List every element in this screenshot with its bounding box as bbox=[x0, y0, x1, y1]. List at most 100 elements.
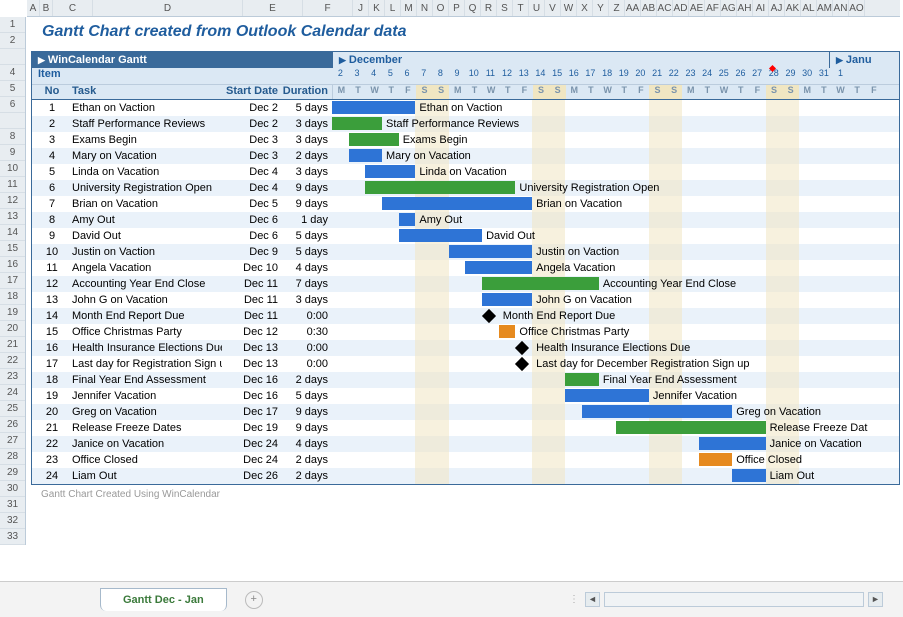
row-header[interactable]: 30 bbox=[0, 481, 25, 497]
row-header[interactable]: 6 bbox=[0, 97, 25, 113]
gantt-row[interactable]: 11Angela VacationDec 104 daysAngela Vaca… bbox=[32, 260, 899, 276]
col-header[interactable]: Z bbox=[609, 0, 625, 16]
gantt-row[interactable]: 19Jennifer VacationDec 165 daysJennifer … bbox=[32, 388, 899, 404]
col-header[interactable]: B bbox=[40, 0, 53, 16]
col-header[interactable]: AM bbox=[817, 0, 833, 16]
gantt-bar[interactable]: University Registration Open bbox=[365, 181, 659, 194]
scroll-left-icon[interactable]: ◄ bbox=[585, 592, 600, 607]
gantt-row[interactable]: 6University Registration OpenDec 49 days… bbox=[32, 180, 899, 196]
col-header[interactable]: AJ bbox=[769, 0, 785, 16]
col-header[interactable]: AE bbox=[689, 0, 705, 16]
col-header[interactable]: AH bbox=[737, 0, 753, 16]
col-header[interactable]: X bbox=[577, 0, 593, 16]
col-header[interactable]: N bbox=[417, 0, 433, 16]
gantt-row[interactable]: 22Janice on VacationDec 244 daysJanice o… bbox=[32, 436, 899, 452]
row-header[interactable]: 31 bbox=[0, 497, 25, 513]
row-header[interactable]: 12 bbox=[0, 193, 25, 209]
row-header[interactable]: 13 bbox=[0, 209, 25, 225]
gantt-bar[interactable]: John G on Vacation bbox=[482, 293, 632, 306]
gantt-bar[interactable]: David Out bbox=[399, 229, 535, 242]
row-header[interactable] bbox=[0, 49, 25, 65]
row-header[interactable]: 11 bbox=[0, 177, 25, 193]
col-header[interactable]: D bbox=[93, 0, 243, 16]
col-header[interactable]: AB bbox=[641, 0, 657, 16]
month-december[interactable]: December bbox=[332, 52, 829, 68]
gantt-bar[interactable]: Mary on Vacation bbox=[349, 149, 471, 162]
gantt-row[interactable]: 16Health Insurance Elections DueDec 130:… bbox=[32, 340, 899, 356]
row-header[interactable]: 23 bbox=[0, 369, 25, 385]
row-header[interactable]: 2 bbox=[0, 33, 25, 49]
gantt-bar[interactable]: Staff Performance Reviews bbox=[332, 117, 519, 130]
col-header[interactable]: AK bbox=[785, 0, 801, 16]
row-header[interactable]: 15 bbox=[0, 241, 25, 257]
gantt-row[interactable]: 3Exams BeginDec 33 daysExams Begin bbox=[32, 132, 899, 148]
add-sheet-button[interactable]: + bbox=[245, 591, 263, 609]
col-header[interactable]: AF bbox=[705, 0, 721, 16]
row-header[interactable]: 16 bbox=[0, 257, 25, 273]
gantt-bar[interactable]: Office Closed bbox=[699, 453, 802, 466]
col-header[interactable]: AO bbox=[849, 0, 865, 16]
gantt-bar[interactable]: Amy Out bbox=[399, 213, 462, 226]
row-header[interactable]: 20 bbox=[0, 321, 25, 337]
row-header[interactable]: 1 bbox=[0, 17, 25, 33]
gantt-row[interactable]: 15Office Christmas PartyDec 120:30Office… bbox=[32, 324, 899, 340]
col-header[interactable]: R bbox=[481, 0, 497, 16]
gantt-row[interactable]: 24Liam OutDec 262 daysLiam Out bbox=[32, 468, 899, 484]
gantt-row[interactable]: 23Office ClosedDec 242 daysOffice Closed bbox=[32, 452, 899, 468]
col-header[interactable]: U bbox=[529, 0, 545, 16]
gantt-row[interactable]: 10Justin on VactionDec 95 daysJustin on … bbox=[32, 244, 899, 260]
gantt-bar[interactable]: Office Christmas Party bbox=[499, 325, 630, 338]
row-headers[interactable]: 1245689101112131415161718192021222324252… bbox=[0, 17, 26, 545]
gantt-bar[interactable]: Release Freeze Dat bbox=[616, 421, 868, 434]
gantt-row[interactable]: 9David OutDec 65 daysDavid Out bbox=[32, 228, 899, 244]
gantt-bar[interactable]: Jennifer Vacation bbox=[565, 389, 737, 402]
col-header[interactable]: AN bbox=[833, 0, 849, 16]
col-header[interactable]: AC bbox=[657, 0, 673, 16]
gantt-bar[interactable]: Linda on Vacation bbox=[365, 165, 506, 178]
row-header[interactable]: 33 bbox=[0, 529, 25, 545]
row-header[interactable] bbox=[0, 113, 25, 129]
col-header[interactable]: W bbox=[561, 0, 577, 16]
col-header[interactable]: F bbox=[303, 0, 353, 16]
col-header[interactable]: C bbox=[53, 0, 93, 16]
gantt-row[interactable]: 14Month End Report DueDec 110:00Month En… bbox=[32, 308, 899, 324]
gantt-row[interactable]: 4Mary on VacationDec 32 daysMary on Vaca… bbox=[32, 148, 899, 164]
col-header[interactable]: Y bbox=[593, 0, 609, 16]
col-header[interactable]: J bbox=[353, 0, 369, 16]
col-header[interactable]: AL bbox=[801, 0, 817, 16]
gantt-row[interactable]: 12Accounting Year End CloseDec 117 daysA… bbox=[32, 276, 899, 292]
col-header[interactable]: V bbox=[545, 0, 561, 16]
gantt-bar[interactable]: Ethan on Vaction bbox=[332, 101, 502, 114]
gantt-bar[interactable]: Accounting Year End Close bbox=[482, 277, 736, 290]
col-header[interactable]: AD bbox=[673, 0, 689, 16]
col-header[interactable]: O bbox=[433, 0, 449, 16]
col-header[interactable]: M bbox=[401, 0, 417, 16]
row-header[interactable]: 9 bbox=[0, 145, 25, 161]
gantt-bar[interactable]: Brian on Vacation bbox=[382, 197, 622, 210]
row-header[interactable]: 14 bbox=[0, 225, 25, 241]
row-header[interactable]: 17 bbox=[0, 273, 25, 289]
col-header[interactable]: L bbox=[385, 0, 401, 16]
row-header[interactable]: 27 bbox=[0, 433, 25, 449]
gantt-bar[interactable]: Janice on Vacation bbox=[699, 437, 862, 450]
col-header[interactable]: E bbox=[243, 0, 303, 16]
row-header[interactable]: 29 bbox=[0, 465, 25, 481]
gantt-row[interactable]: 18Final Year End AssessmentDec 162 daysF… bbox=[32, 372, 899, 388]
gantt-bar[interactable]: Justin on Vaction bbox=[449, 245, 619, 258]
col-header[interactable]: AI bbox=[753, 0, 769, 16]
gantt-row[interactable]: 21Release Freeze DatesDec 199 daysReleas… bbox=[32, 420, 899, 436]
col-header[interactable]: P bbox=[449, 0, 465, 16]
row-header[interactable]: 4 bbox=[0, 65, 25, 81]
gantt-bar[interactable]: Angela Vacation bbox=[465, 261, 615, 274]
row-header[interactable]: 10 bbox=[0, 161, 25, 177]
scroll-track[interactable] bbox=[604, 592, 864, 607]
month-january[interactable]: Janu bbox=[829, 52, 899, 68]
gantt-row[interactable]: 8Amy OutDec 61 dayAmy Out bbox=[32, 212, 899, 228]
row-header[interactable]: 32 bbox=[0, 513, 25, 529]
gantt-bar[interactable]: Greg on Vacation bbox=[582, 405, 821, 418]
gantt-row[interactable]: 13John G on VacationDec 113 daysJohn G o… bbox=[32, 292, 899, 308]
horizontal-scrollbar[interactable]: ⋮ ◄ ► bbox=[569, 592, 883, 607]
col-header[interactable]: AG bbox=[721, 0, 737, 16]
gantt-row[interactable]: 5Linda on VacationDec 43 daysLinda on Va… bbox=[32, 164, 899, 180]
gantt-row[interactable]: 7Brian on VacationDec 59 daysBrian on Va… bbox=[32, 196, 899, 212]
